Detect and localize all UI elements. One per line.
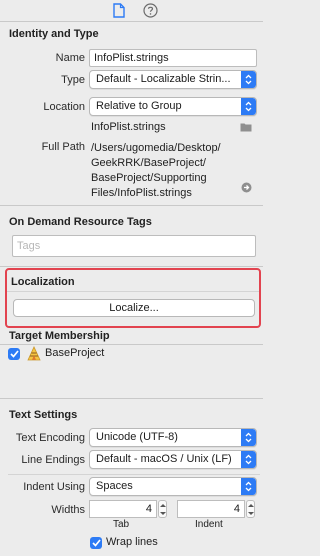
- popup-arrows-icon: [241, 71, 256, 88]
- stepper-down-icon: [247, 511, 254, 515]
- quick-help-icon[interactable]: [143, 3, 158, 18]
- type-popup[interactable]: Default - Localizable Strin...: [89, 70, 257, 89]
- indent-using-label: Indent Using: [23, 481, 85, 493]
- indent-using-value: Spaces: [96, 480, 133, 492]
- name-field[interactable]: InfoPlist.strings: [89, 49, 257, 67]
- full-path-line: Files/InfoPlist.strings: [91, 187, 192, 199]
- wrap-lines-label: Wrap lines: [106, 536, 158, 548]
- line-endings-label: Line Endings: [21, 454, 85, 466]
- separator: [8, 474, 260, 475]
- full-path-label: Full Path: [41, 141, 85, 153]
- location-popup-value: Relative to Group: [96, 100, 182, 112]
- popup-arrows-icon: [241, 98, 256, 115]
- line-endings-popup[interactable]: Default - macOS / Unix (LF): [89, 450, 257, 469]
- separator: [7, 291, 259, 292]
- location-popup[interactable]: Relative to Group: [89, 97, 257, 116]
- indent-caption: Indent: [195, 519, 223, 530]
- stepper-down-icon: [159, 511, 166, 515]
- separator: [0, 398, 263, 399]
- stepper-up-icon: [247, 503, 254, 507]
- full-path-line: /Users/ugomedia/Desktop/: [91, 142, 221, 154]
- location-label: Location: [43, 101, 85, 113]
- full-path-line: BaseProject/Supporting: [91, 172, 207, 184]
- separator: [0, 344, 263, 345]
- widths-label: Widths: [51, 504, 85, 516]
- tab-width-field[interactable]: 4: [89, 500, 157, 518]
- indent-width-field[interactable]: 4: [177, 500, 245, 518]
- identity-section-title: Identity and Type: [9, 28, 99, 40]
- tab-width-stepper[interactable]: [158, 500, 167, 518]
- target-name: BaseProject: [45, 347, 105, 359]
- localize-button[interactable]: Localize...: [13, 299, 255, 317]
- type-popup-value: Default - Localizable Strin...: [96, 73, 231, 85]
- text-settings-section-title: Text Settings: [9, 409, 78, 421]
- indent-using-popup[interactable]: Spaces: [89, 477, 257, 496]
- indent-width-stepper[interactable]: [246, 500, 255, 518]
- app-target-icon: [26, 346, 42, 364]
- wrap-lines-checkbox[interactable]: [90, 537, 102, 549]
- popup-arrows-icon: [241, 478, 256, 495]
- membership-section-title: Target Membership: [9, 330, 110, 342]
- text-encoding-label: Text Encoding: [15, 432, 85, 444]
- odr-section-title: On Demand Resource Tags: [9, 216, 152, 228]
- tab-caption: Tab: [113, 519, 130, 530]
- text-encoding-value: Unicode (UTF-8): [96, 431, 178, 443]
- stepper-up-icon: [159, 503, 166, 507]
- popup-arrows-icon: [241, 451, 256, 468]
- text-encoding-popup[interactable]: Unicode (UTF-8): [89, 428, 257, 447]
- localization-section-title: Localization: [11, 276, 75, 288]
- location-filename: InfoPlist.strings: [91, 121, 166, 133]
- full-path-value: /Users/ugomedia/Desktop/ GeekRRK/BasePro…: [91, 141, 221, 201]
- target-checkbox[interactable]: [8, 348, 20, 360]
- line-endings-value: Default - macOS / Unix (LF): [96, 453, 232, 465]
- reveal-in-finder-icon[interactable]: [241, 182, 252, 196]
- inspector-selector-bar: [0, 0, 263, 22]
- tags-field[interactable]: Tags: [12, 235, 256, 257]
- full-path-line: GeekRRK/BaseProject/: [91, 157, 206, 169]
- type-label: Type: [61, 74, 85, 86]
- separator: [0, 266, 263, 267]
- folder-icon[interactable]: [240, 122, 252, 135]
- file-inspector-icon[interactable]: [113, 3, 125, 18]
- separator: [0, 205, 263, 206]
- popup-arrows-icon: [241, 429, 256, 446]
- name-label: Name: [55, 52, 85, 64]
